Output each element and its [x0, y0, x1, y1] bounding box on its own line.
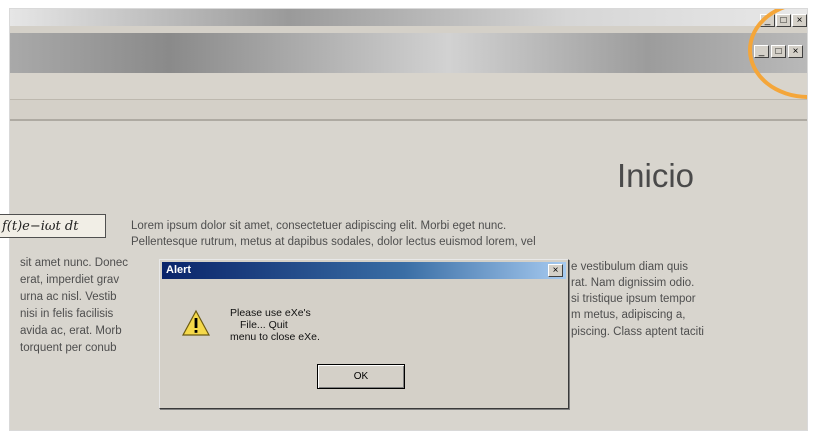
- dialog-message-line: Please use eXe's: [230, 307, 311, 319]
- text-line: e vestibulum diam quis: [571, 261, 688, 273]
- text-line: si tristique ipsum tempor: [571, 293, 696, 305]
- dialog-title: Alert: [166, 264, 192, 276]
- minimize-button[interactable]: _: [754, 45, 769, 58]
- text-line: avida ac, erat. Morb: [20, 325, 122, 337]
- outer-minimize-button[interactable]: _: [760, 14, 775, 27]
- text-line: urna ac nisl. Vestib: [20, 291, 117, 303]
- text-line: nisi in felis facilisis: [20, 308, 114, 320]
- dialog-close-button[interactable]: ×: [548, 264, 563, 277]
- text-line: rat. Nam dignissim odio.: [571, 277, 695, 289]
- text-line: sit amet nunc. Donec: [20, 257, 129, 269]
- app-titlebar: [10, 33, 807, 73]
- page-heading: Inicio: [617, 157, 695, 194]
- outer-window-controls: _ □ ×: [760, 14, 807, 27]
- text-line: torquent per conub: [20, 342, 117, 354]
- close-button[interactable]: ×: [788, 45, 803, 58]
- text-line: Lorem ipsum dolor sit amet, consectetuer…: [131, 220, 507, 232]
- text-line: Pellentesque rutrum, metus at dapibus so…: [131, 236, 536, 248]
- text-line: erat, imperdiet grav: [20, 274, 120, 286]
- outer-window-titlebar: _ □ ×: [10, 9, 807, 27]
- outer-maximize-button[interactable]: □: [776, 14, 791, 27]
- toolbar-area: [10, 73, 807, 100]
- dialog-message: Please use eXe's File... Quit menu to cl…: [230, 307, 320, 343]
- dialog-message-line: menu to close eXe.: [230, 331, 320, 343]
- window-controls: _ □ ×: [754, 45, 803, 58]
- text-line: piscing. Class aptent taciti: [571, 326, 704, 338]
- outer-close-button[interactable]: ×: [792, 14, 807, 27]
- warning-icon: [181, 309, 211, 336]
- dialog-titlebar[interactable]: Alert ×: [162, 262, 566, 279]
- maximize-button[interactable]: □: [771, 45, 786, 58]
- dialog-message-line: File... Quit: [240, 319, 288, 331]
- text-line: m metus, adipiscing a,: [571, 309, 686, 321]
- alert-dialog: Alert × Please use eXe's File... Quit me…: [159, 259, 569, 409]
- ok-button[interactable]: OK: [317, 364, 405, 389]
- formula-image: f(t)e−iωt dt: [0, 214, 106, 238]
